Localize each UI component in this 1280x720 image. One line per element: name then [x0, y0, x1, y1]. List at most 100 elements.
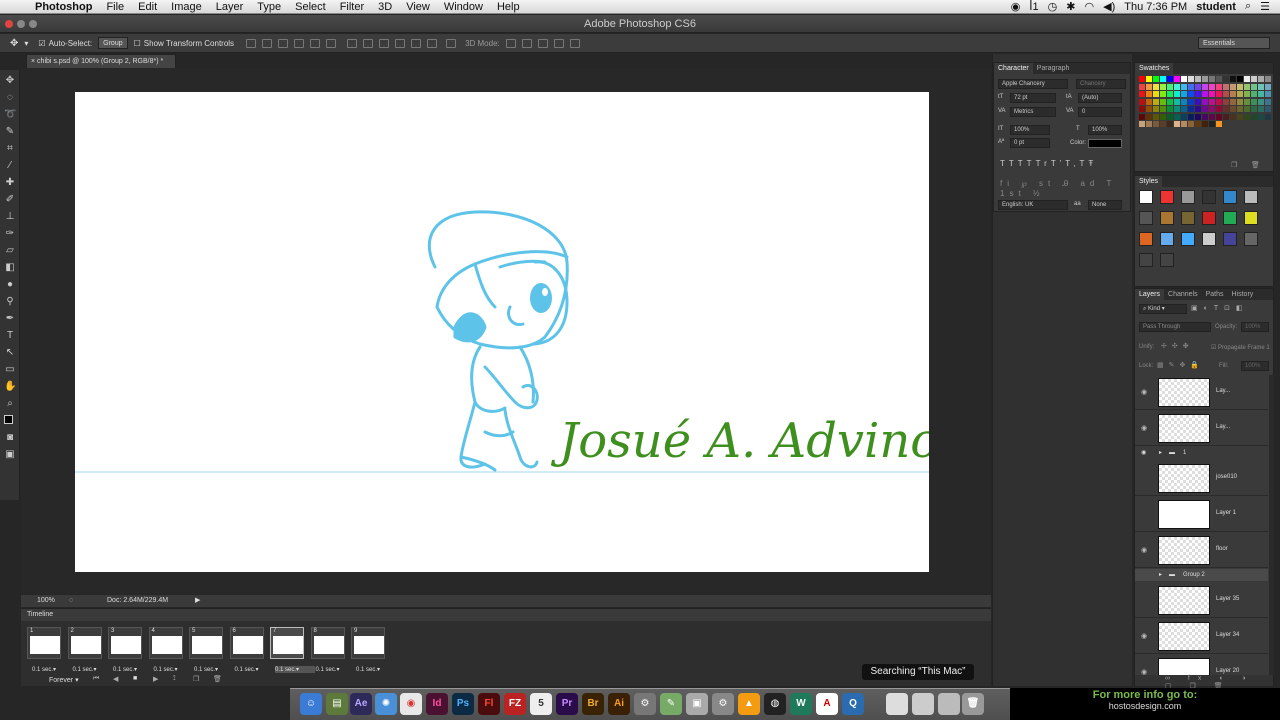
distribute-bottom-icon[interactable]	[379, 38, 390, 48]
align-hcenter-icon[interactable]	[310, 38, 321, 48]
color-swatch[interactable]	[1139, 83, 1145, 90]
color-swatch[interactable]	[1160, 76, 1166, 82]
status-share-icon[interactable]: ◌	[69, 595, 73, 607]
align-right-icon[interactable]	[326, 38, 337, 48]
zoom-level[interactable]: 100%	[37, 595, 55, 607]
style-preset[interactable]	[1160, 232, 1174, 246]
tracking-field[interactable]: 0	[1078, 107, 1122, 117]
timeline-frame[interactable]: 3 0.1 sec.▾	[108, 627, 142, 673]
style-preset[interactable]	[1139, 211, 1153, 225]
style-preset[interactable]	[1181, 190, 1195, 204]
layer-filter-icons[interactable]: ▣◐T⊡◧	[1191, 304, 1249, 312]
dock-preview-icon[interactable]: ▣	[686, 693, 708, 715]
color-swatch[interactable]	[1265, 113, 1271, 120]
color-swatch[interactable]	[1174, 113, 1180, 120]
color-swatch[interactable]	[1258, 91, 1264, 97]
close-window-button[interactable]	[5, 20, 13, 28]
3d-scale-icon[interactable]	[569, 38, 580, 48]
color-swatch[interactable]	[1153, 83, 1159, 90]
color-swatch[interactable]	[1244, 83, 1250, 90]
color-swatch[interactable]	[1202, 91, 1208, 97]
dodge-tool-icon[interactable]: ⚲	[4, 296, 16, 308]
eyedropper-tool-icon[interactable]: ⁄	[4, 160, 16, 172]
color-swatch[interactable]	[1160, 83, 1166, 90]
frame-delay-dropdown[interactable]: 0.1 sec.▾	[275, 666, 315, 673]
color-swatch[interactable]	[1258, 106, 1264, 112]
dock-flash-icon[interactable]: Fl	[478, 693, 500, 715]
color-swatch[interactable]	[1244, 91, 1250, 97]
color-swatch[interactable]	[1216, 91, 1222, 97]
baseline-shift-field[interactable]: 0 pt	[1010, 138, 1050, 148]
distribute-right-icon[interactable]	[427, 38, 438, 48]
frame-delay-dropdown[interactable]: 0.1 sec.▾	[113, 666, 153, 673]
leading-field[interactable]: (Auto)	[1078, 93, 1122, 103]
style-preset[interactable]	[1139, 232, 1153, 246]
color-swatch[interactable]	[1174, 106, 1180, 112]
frame-delay-dropdown[interactable]: 0.1 sec.▾	[194, 666, 234, 673]
transform-checkbox[interactable]: ☐	[134, 39, 141, 48]
color-swatch[interactable]	[1188, 98, 1194, 105]
color-swatch[interactable]	[1244, 113, 1250, 120]
color-swatch[interactable]	[1265, 83, 1271, 90]
menu-select[interactable]: Select	[288, 0, 333, 14]
color-swatch[interactable]	[1139, 91, 1145, 97]
pen-tool-icon[interactable]: ✒	[4, 313, 16, 325]
menu-edit[interactable]: Edit	[131, 0, 164, 14]
zoom-window-button[interactable]	[29, 20, 37, 28]
auto-select-dropdown[interactable]: Group	[98, 37, 128, 49]
dock-calendar-icon[interactable]: 5	[530, 693, 552, 715]
layer-row[interactable]: ◉ Layer 34	[1135, 619, 1268, 654]
notification-icon[interactable]: ☰	[1260, 0, 1270, 13]
color-swatch[interactable]	[1195, 121, 1201, 127]
color-swatch[interactable]	[1244, 106, 1250, 112]
dock-finder-icon[interactable]: ☺	[300, 693, 322, 715]
3d-rotate-icon[interactable]	[505, 38, 516, 48]
color-swatch[interactable]	[1167, 106, 1173, 112]
eye-icon[interactable]: ◉	[1141, 546, 1147, 554]
color-swatch[interactable]	[1146, 98, 1152, 105]
wifi-icon[interactable]: ◠	[1085, 0, 1095, 13]
color-swatch[interactable]	[1167, 98, 1173, 105]
first-frame-icon[interactable]: ⏮	[93, 675, 99, 683]
color-swatch[interactable]	[1223, 76, 1229, 82]
propagate-frame-checkbox[interactable]: ☑ Propagate Frame 1	[1211, 344, 1270, 351]
color-swatch[interactable]	[1265, 106, 1271, 112]
color-swatch[interactable]	[1188, 113, 1194, 120]
screen-mode-icon[interactable]: ▣	[4, 449, 16, 461]
color-swatch[interactable]	[1153, 91, 1159, 97]
small-caps-icon[interactable]: Tr	[1036, 159, 1051, 168]
swatch-grid[interactable]	[1139, 76, 1271, 146]
color-swatch[interactable]	[1209, 98, 1215, 105]
font-style-dropdown[interactable]: Chancery	[1076, 79, 1126, 89]
expand-arrow-icon[interactable]: ▸	[1159, 447, 1162, 459]
color-swatch[interactable]	[1223, 83, 1229, 90]
frame-delay-dropdown[interactable]: 0.1 sec.▾	[73, 666, 113, 673]
text-style-buttons[interactable]: TTTTTrT'T,TŦ	[1000, 159, 1097, 168]
status-menu-arrow-icon[interactable]: ▶	[195, 595, 200, 607]
style-preset[interactable]	[1160, 190, 1174, 204]
color-swatch[interactable]	[1230, 98, 1236, 105]
color-swatch[interactable]	[1237, 106, 1243, 112]
timeline-frame[interactable]: 1 0.1 sec.▾	[27, 627, 61, 673]
color-swatch[interactable]	[1139, 121, 1145, 127]
color-swatch[interactable]	[1146, 113, 1152, 120]
color-swatch[interactable]	[1209, 121, 1215, 127]
color-swatch[interactable]	[1160, 121, 1166, 127]
color-swatch[interactable]	[1251, 113, 1257, 120]
delete-frame-icon[interactable]: 🗑	[213, 675, 222, 683]
delete-swatch-icon[interactable]: 🗑	[1251, 161, 1260, 169]
dock-vlc-icon[interactable]: ▲	[738, 693, 760, 715]
color-swatch[interactable]	[1174, 91, 1180, 97]
dock-trash-icon[interactable]: 🗑	[962, 693, 984, 715]
tab-swatches[interactable]: Swatches	[1135, 63, 1174, 74]
color-swatch[interactable]	[1146, 76, 1152, 82]
menu-file[interactable]: File	[99, 0, 131, 14]
color-swatch[interactable]	[1230, 83, 1236, 90]
align-vcenter-icon[interactable]	[262, 38, 273, 48]
opentype-buttons[interactable]: fi ℘ st Ꭿ ad T 1st ½	[1000, 179, 1130, 198]
color-swatch[interactable]	[1181, 121, 1187, 127]
color-swatch[interactable]	[1139, 98, 1145, 105]
close-tab-icon[interactable]: ×	[31, 58, 35, 65]
color-swatch[interactable]	[1230, 91, 1236, 97]
color-swatch[interactable]	[1230, 121, 1236, 127]
